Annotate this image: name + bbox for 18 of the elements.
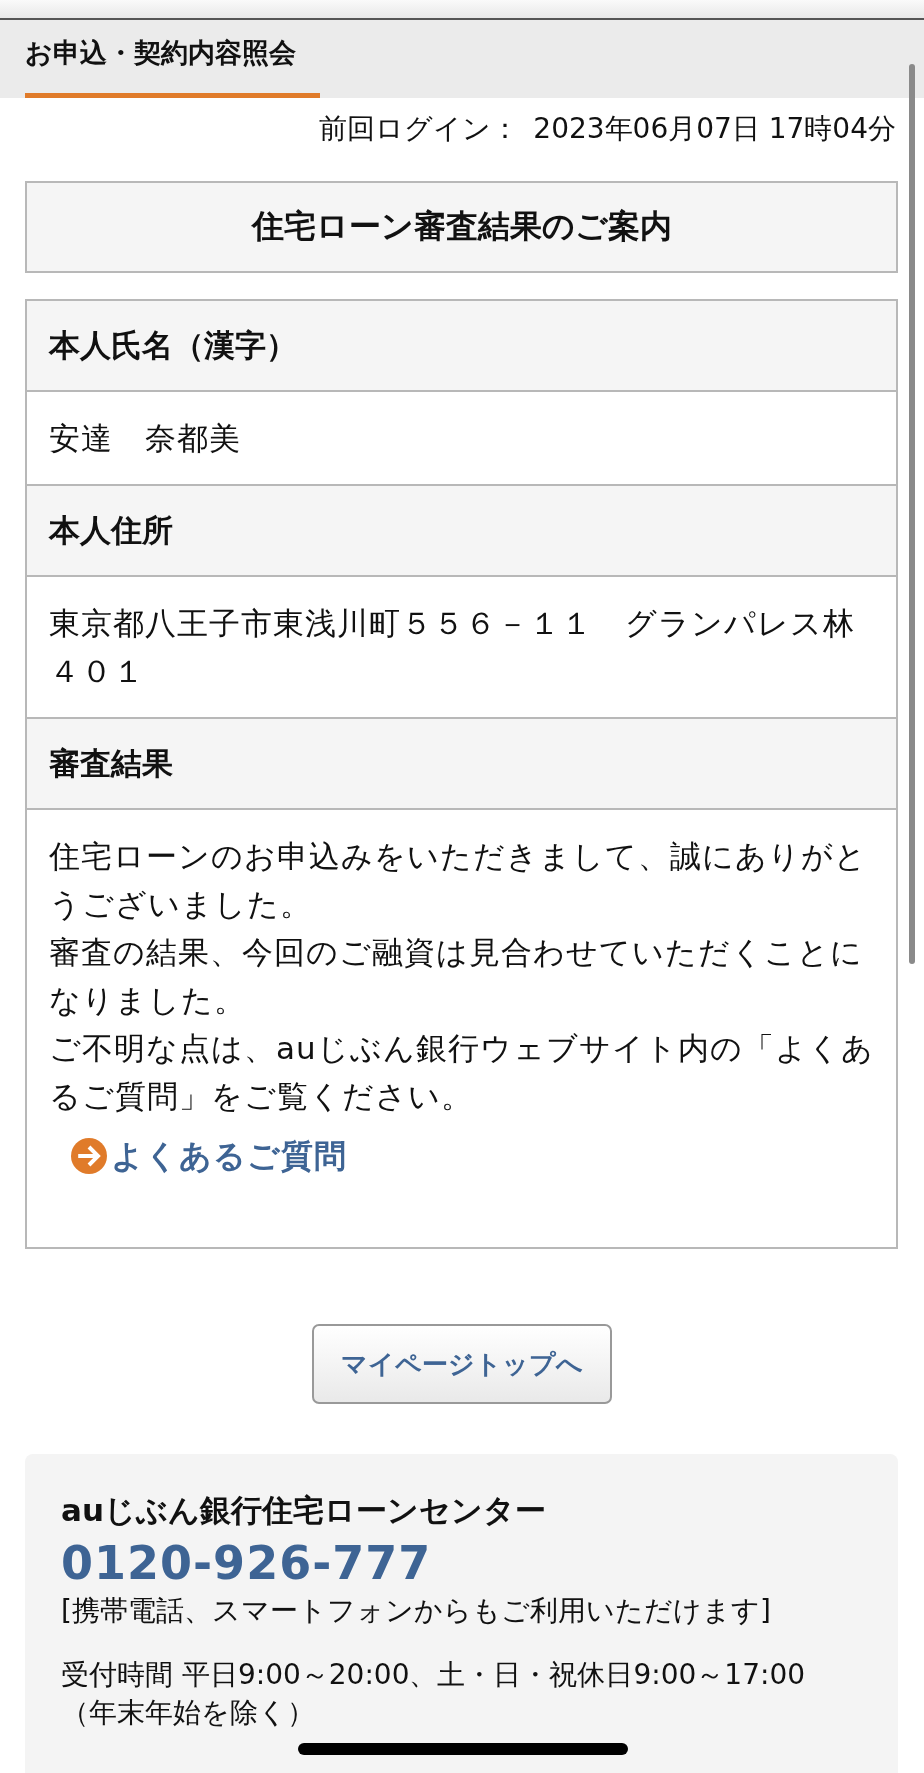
result-text: 住宅ローンのお申込みをいただきまして、誠にありがとうございました。: [49, 837, 868, 924]
arrow-right-icon: [71, 1138, 107, 1174]
faq-link[interactable]: よくあるご質問: [71, 1132, 347, 1180]
result-text: ご不明な点は、auじぶん銀行ウェブサイト内の「よくあるご質問」をご覧ください。: [49, 1029, 874, 1116]
last-login-value: 2023年06月07日 17時04分: [533, 111, 896, 147]
result-text: 審査の結果、今回のご融資は見合わせていただくことになりました。: [49, 933, 864, 1020]
phone-note: [携帯電話、スマートフォンからもご利用いただけます]: [61, 1593, 772, 1629]
mypage-top-button[interactable]: マイページトップへ: [312, 1324, 612, 1404]
last-login-label: 前回ログイン：: [319, 111, 520, 147]
center-name: auじぶん銀行住宅ローンセンター: [61, 1491, 547, 1530]
tab[interactable]: お申込・契約内容照会: [25, 35, 320, 98]
phone-link[interactable]: 0120-926-777: [61, 1536, 868, 1590]
opening-hours: 受付時間 平日9:00～20:00、土・日・祝休日9:00～17:00: [61, 1657, 807, 1693]
page-title: 住宅ローン審査結果のご案内: [25, 181, 898, 273]
field-label: 本人住所: [27, 486, 896, 577]
field-label: 本人氏名（漢字）: [27, 301, 896, 392]
hours-note: （年末年始を除く）: [61, 1695, 316, 1731]
field-label: 審査結果: [27, 719, 896, 810]
